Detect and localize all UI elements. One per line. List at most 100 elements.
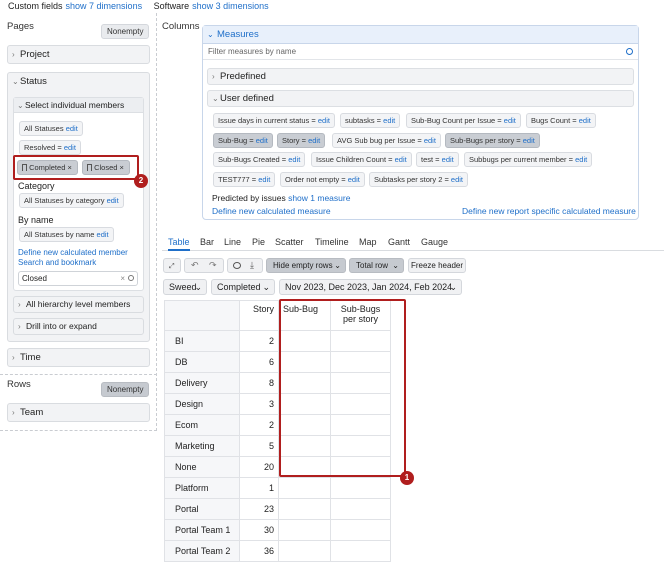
- edit-link[interactable]: edit: [442, 155, 454, 164]
- freeze-header-button[interactable]: Freeze header: [408, 258, 466, 273]
- edit-link[interactable]: edit: [318, 116, 330, 125]
- edit-link[interactable]: edit: [383, 116, 395, 125]
- all-hierarchy-section[interactable]: › All hierarchy level members: [13, 296, 144, 313]
- rows-nonempty-button[interactable]: Nonempty: [101, 382, 150, 397]
- column-header-story[interactable]: Story: [240, 300, 279, 331]
- tab-gauge[interactable]: Gauge: [421, 237, 448, 247]
- time-section[interactable]: › Time: [7, 348, 150, 367]
- chevron-down-icon: ⌄: [17, 101, 24, 110]
- category-chip[interactable]: All Statuses by category edit: [19, 193, 124, 208]
- measures-filter-input[interactable]: Filter measures by name: [203, 44, 638, 60]
- measure-chip[interactable]: Sub-Bugs Created = edit: [213, 152, 306, 167]
- measure-chip-selected[interactable]: Sub-Bugs per story = edit: [445, 133, 540, 148]
- measure-chip[interactable]: Sub-Bug Count per Issue = edit: [406, 113, 521, 128]
- row-header[interactable]: Delivery: [164, 373, 240, 394]
- team-section[interactable]: › Team: [7, 403, 150, 422]
- rows-divider: [0, 374, 157, 375]
- completed-filter[interactable]: Completed ⌄: [211, 279, 275, 295]
- tab-table[interactable]: Table: [168, 237, 190, 251]
- user-defined-section[interactable]: ⌄ User defined: [207, 90, 634, 107]
- time-range-filter[interactable]: Nov 2023, Dec 2023, Jan 2024, Feb 2024 ⌄: [279, 279, 462, 295]
- row-header[interactable]: Design: [164, 394, 240, 415]
- define-calc-measure-link[interactable]: Define new calculated measure: [212, 206, 331, 216]
- drill-section[interactable]: › Drill into or expand: [13, 318, 144, 335]
- search-bookmark-link[interactable]: Search and bookmark: [18, 258, 96, 267]
- row-header[interactable]: Portal Team 2: [164, 541, 240, 562]
- row-header[interactable]: Ecom: [164, 415, 240, 436]
- edit-link[interactable]: edit: [395, 155, 407, 164]
- redo-icon[interactable]: ↷: [209, 260, 217, 271]
- undo-icon[interactable]: ↶: [191, 260, 199, 271]
- define-member-link[interactable]: Define new calculated member: [18, 248, 128, 257]
- select-members-header[interactable]: ⌄ Select individual members: [14, 98, 143, 113]
- measure-chip[interactable]: Subbugs per current member = edit: [464, 152, 593, 167]
- tab-timeline[interactable]: Timeline: [315, 237, 349, 247]
- measure-chip[interactable]: TEST777 = edit: [213, 172, 276, 187]
- measure-chip[interactable]: Issue days in current status = edit: [213, 113, 335, 128]
- tab-pie[interactable]: Pie: [252, 237, 265, 247]
- measure-chip[interactable]: Issue Children Count = edit: [311, 152, 412, 167]
- edit-link[interactable]: edit: [523, 136, 535, 145]
- software-link[interactable]: show 3 dimensions: [192, 1, 269, 11]
- all-statuses-chip[interactable]: All Statuses edit: [19, 121, 83, 136]
- edit-link[interactable]: edit: [107, 196, 119, 205]
- row-header[interactable]: Portal: [164, 499, 240, 520]
- row-header[interactable]: Portal Team 1: [164, 520, 240, 541]
- edit-link[interactable]: edit: [66, 124, 78, 133]
- hide-empty-rows-button[interactable]: Hide empty rows ⌄: [266, 258, 346, 273]
- edit-link[interactable]: edit: [308, 136, 320, 145]
- row-header[interactable]: Marketing: [164, 436, 240, 457]
- edit-link[interactable]: edit: [97, 230, 109, 239]
- project-section[interactable]: › Project: [7, 45, 150, 64]
- edit-link[interactable]: edit: [258, 175, 270, 184]
- edit-link[interactable]: edit: [504, 116, 516, 125]
- tab-gantt[interactable]: Gantt: [388, 237, 410, 247]
- tab-scatter[interactable]: Scatter: [275, 237, 304, 247]
- measure-chip[interactable]: Bugs Count = edit: [526, 113, 596, 128]
- row-header[interactable]: DB: [164, 352, 240, 373]
- by-name-chip[interactable]: All Statuses by name edit: [19, 227, 114, 242]
- tab-line[interactable]: Line: [224, 237, 241, 247]
- edit-link[interactable]: edit: [579, 116, 591, 125]
- edit-link[interactable]: edit: [256, 136, 268, 145]
- edit-link[interactable]: edit: [451, 175, 463, 184]
- row-header[interactable]: None: [164, 457, 240, 478]
- comment-icon[interactable]: [233, 262, 241, 269]
- measure-chip[interactable]: Order not empty = edit: [280, 172, 365, 187]
- sweed-filter[interactable]: Sweed ⌄: [163, 279, 207, 295]
- predicted-row: Predicted by issues show 1 measure: [212, 193, 350, 203]
- measure-label: Sub-Bugs per story =: [450, 136, 521, 145]
- define-report-measure-link[interactable]: Define new report specific calculated me…: [462, 206, 636, 216]
- predicted-link[interactable]: show 1 measure: [288, 193, 350, 203]
- measure-chip-selected[interactable]: Story = edit: [277, 133, 326, 148]
- edit-link[interactable]: edit: [424, 136, 436, 145]
- custom-fields-link[interactable]: show 7 dimensions: [66, 1, 143, 11]
- edit-link[interactable]: edit: [348, 175, 360, 184]
- measure-chip[interactable]: Subtasks per story 2 = edit: [369, 172, 469, 187]
- predefined-section[interactable]: › Predefined: [207, 68, 634, 85]
- member-search-input[interactable]: Closed ×: [18, 271, 138, 286]
- completed-filter-label: Completed: [217, 282, 261, 292]
- row-header[interactable]: BI: [164, 331, 240, 352]
- fullscreen-button[interactable]: ⤢: [163, 258, 181, 273]
- edit-link[interactable]: edit: [288, 155, 300, 164]
- measure-chip[interactable]: test = edit: [416, 152, 459, 167]
- clear-icon[interactable]: ×: [120, 272, 125, 285]
- team-label: Team: [20, 407, 44, 418]
- total-row-button[interactable]: Total row ⌄: [349, 258, 404, 273]
- edit-link[interactable]: edit: [64, 143, 76, 152]
- measure-label: Story =: [282, 136, 306, 145]
- row-header[interactable]: Platform: [164, 478, 240, 499]
- sub-bug-cell: [279, 499, 331, 520]
- measure-chip[interactable]: AVG Sub bug per Issue = edit: [332, 133, 441, 148]
- resolved-chip[interactable]: Resolved = edit: [19, 140, 81, 155]
- tab-bar[interactable]: Bar: [200, 237, 214, 247]
- edit-link[interactable]: edit: [575, 155, 587, 164]
- status-header[interactable]: ⌄ Status: [8, 73, 149, 91]
- tab-map[interactable]: Map: [359, 237, 377, 247]
- measure-chip[interactable]: subtasks = edit: [340, 113, 401, 128]
- pages-nonempty-button[interactable]: Nonempty: [101, 24, 150, 39]
- measures-header[interactable]: ⌄ Measures: [203, 26, 638, 44]
- download-icon[interactable]: ⤓: [250, 260, 254, 271]
- measure-chip-selected[interactable]: Sub-Bug = edit: [213, 133, 273, 148]
